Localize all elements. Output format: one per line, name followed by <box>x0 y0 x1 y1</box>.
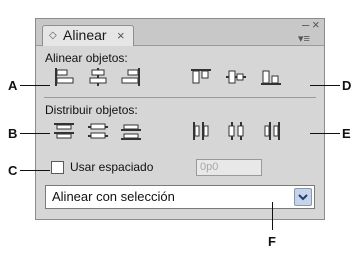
align-to-dropdown[interactable]: Alinear con selección <box>45 185 315 209</box>
callout-c-line <box>20 170 50 171</box>
distribute-horizontal-centers-icon[interactable] <box>225 120 247 142</box>
use-spacing-label: Usar espaciado <box>70 160 154 174</box>
callout-e: E <box>342 126 351 141</box>
align-left-edges-icon[interactable] <box>53 67 75 87</box>
callout-d: D <box>342 78 352 93</box>
callout-d-line <box>310 85 340 86</box>
align-to-selected-value: Alinear con selección <box>52 189 175 204</box>
callout-a-line <box>20 85 50 86</box>
align-bottom-edges-icon[interactable] <box>260 67 282 87</box>
distribute-left-edges-icon[interactable] <box>190 120 212 142</box>
align-horizontal-centers-icon[interactable] <box>87 67 109 87</box>
callout-a: A <box>8 78 18 93</box>
distribute-right-edges-icon[interactable] <box>260 120 282 142</box>
callout-e-line <box>310 133 340 134</box>
align-section-title: Alinear objetos: <box>45 51 128 65</box>
distribute-top-edges-icon[interactable] <box>53 120 75 142</box>
distribute-vertical-centers-icon[interactable] <box>87 120 109 142</box>
align-top-edges-icon[interactable] <box>190 67 212 87</box>
callout-b-line <box>20 133 50 134</box>
distribute-section-title: Distribuir objetos: <box>45 103 138 117</box>
panel-menu-icon[interactable]: ▾≡ <box>298 33 310 45</box>
tab-alinear[interactable]: ◇ Alinear × <box>42 25 134 46</box>
callout-f: F <box>268 234 276 249</box>
tab-title: Alinear <box>63 27 107 43</box>
minimize-icon[interactable]: – <box>302 18 309 31</box>
callout-f-line <box>272 202 273 230</box>
use-spacing-checkbox[interactable] <box>51 161 64 174</box>
distribute-bottom-edges-icon[interactable] <box>120 120 142 142</box>
align-panel: ◇ Alinear × – × ▾≡ Alinear objetos: Dist… <box>35 18 325 220</box>
tab-collapse-icon[interactable]: ◇ <box>49 26 57 45</box>
callout-b: B <box>8 126 18 141</box>
section-divider <box>44 97 316 98</box>
chevron-down-icon[interactable] <box>294 188 312 206</box>
callout-c: C <box>8 163 18 178</box>
spacing-input[interactable]: 0p0 <box>196 159 262 176</box>
tab-close-icon[interactable]: × <box>117 26 125 45</box>
close-icon[interactable]: × <box>312 18 320 31</box>
align-vertical-centers-icon[interactable] <box>225 67 247 87</box>
align-right-edges-icon[interactable] <box>120 67 142 87</box>
